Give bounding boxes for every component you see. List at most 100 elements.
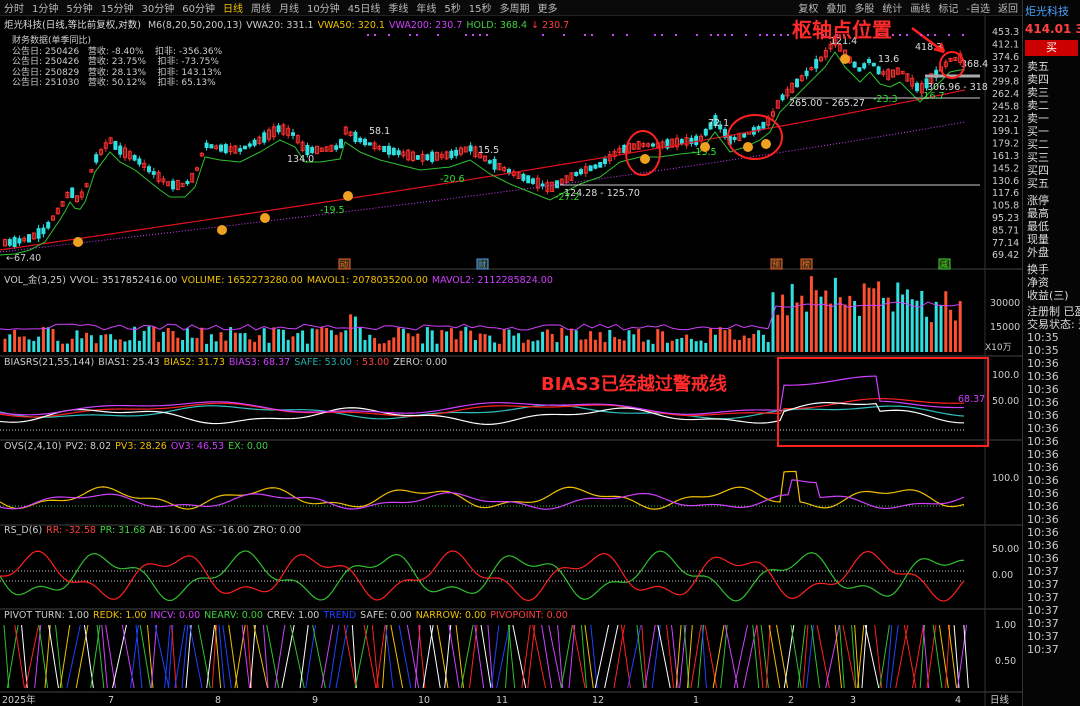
pivot-segment bbox=[507, 624, 516, 689]
signal-dot bbox=[724, 34, 726, 36]
signal-dot bbox=[787, 34, 789, 36]
rsd-tick: 50.00 bbox=[992, 544, 1019, 555]
indicator-value: AS: -16.00 bbox=[199, 525, 250, 536]
side-price-extra: 3 bbox=[1075, 22, 1080, 36]
period-tab[interactable]: 45日线 bbox=[344, 0, 385, 15]
price-label: ←67.40 bbox=[6, 253, 41, 264]
rr-line bbox=[0, 550, 965, 602]
buy-button[interactable]: 买 bbox=[1025, 40, 1078, 56]
period-tab[interactable]: 10分钟 bbox=[303, 0, 344, 15]
pivot-segment bbox=[701, 624, 707, 689]
candle-body bbox=[487, 160, 492, 164]
candle-body bbox=[579, 169, 583, 175]
indicator-value: PV3: 28.26 bbox=[115, 441, 167, 452]
volume-bar bbox=[934, 301, 938, 352]
pivot-segment bbox=[135, 624, 143, 689]
side-row: 买五 bbox=[1027, 177, 1049, 190]
period-tab[interactable]: 60分钟 bbox=[178, 0, 219, 15]
period-tab[interactable]: 15分钟 bbox=[97, 0, 138, 15]
bias-annotation: BIAS3已经越过警戒线 bbox=[541, 374, 727, 395]
pivot-segment bbox=[572, 624, 586, 689]
candle-body bbox=[209, 144, 214, 149]
period-tab[interactable]: 5秒 bbox=[440, 0, 464, 15]
x-tick-label: 9 bbox=[312, 695, 318, 706]
volume-bar bbox=[512, 335, 516, 352]
volume-bar bbox=[176, 337, 180, 352]
rsd-tick: 0.00 bbox=[992, 570, 1013, 581]
period-tab[interactable]: 年线 bbox=[412, 0, 440, 15]
status-row: 交易状态: 运 bbox=[1027, 318, 1080, 331]
volume-bar bbox=[440, 330, 444, 352]
period-tab[interactable]: 1分钟 bbox=[28, 0, 62, 15]
toolbar-action[interactable]: -自选 bbox=[962, 0, 994, 15]
volume-bar bbox=[843, 304, 847, 352]
side-stock-name[interactable]: 炬光科技 bbox=[1023, 0, 1080, 22]
period-tab[interactable]: 5分钟 bbox=[62, 0, 96, 15]
volume-bar bbox=[181, 339, 185, 352]
period-tab[interactable]: 更多 bbox=[534, 0, 562, 15]
pivot-segment bbox=[720, 624, 728, 689]
indicator-value: NEARV: 0.00 bbox=[204, 610, 263, 621]
toolbar-action[interactable]: 画线 bbox=[906, 0, 934, 15]
y-tick-label: 161.3 bbox=[992, 151, 1019, 162]
period-tab[interactable]: 周线 bbox=[247, 0, 275, 15]
volume-bar bbox=[685, 334, 689, 352]
volume-bar bbox=[291, 336, 295, 352]
toolbar-action[interactable]: 标记 bbox=[934, 0, 962, 15]
volume-bar bbox=[944, 291, 948, 352]
candle-body bbox=[113, 140, 118, 150]
signal-dot bbox=[465, 34, 467, 36]
candle-body bbox=[70, 187, 75, 198]
pivot-segment bbox=[512, 624, 527, 689]
candle-body bbox=[276, 125, 281, 133]
toolbar-action[interactable]: 复权 bbox=[794, 0, 822, 15]
side-row: 10:37 bbox=[1027, 565, 1059, 578]
pivot-segment bbox=[105, 624, 117, 689]
pivot-segment bbox=[21, 624, 28, 689]
volume-bar bbox=[622, 340, 626, 352]
signal-dot bbox=[906, 34, 908, 36]
period-tab[interactable]: 多周期 bbox=[496, 0, 534, 15]
volume-bar bbox=[248, 339, 252, 352]
side-row: 净资 bbox=[1027, 276, 1049, 289]
side-row: 10:36 bbox=[1027, 487, 1059, 500]
volume-bar bbox=[46, 327, 50, 352]
candle-body bbox=[651, 143, 655, 147]
volume-bar bbox=[469, 330, 473, 352]
pivot-segment bbox=[444, 624, 452, 689]
signal-dot bbox=[717, 34, 719, 36]
volume-bar bbox=[574, 330, 578, 352]
side-row: 10:37 bbox=[1027, 578, 1059, 591]
period-tab[interactable]: 日线 bbox=[219, 0, 247, 15]
signal-dot bbox=[584, 34, 586, 36]
pivot-lines bbox=[3, 624, 969, 689]
volume-bar bbox=[41, 327, 45, 352]
period-tab[interactable]: 季线 bbox=[384, 0, 412, 15]
pr-line bbox=[0, 550, 965, 602]
volume-bar bbox=[790, 283, 794, 352]
period-tab[interactable]: 月线 bbox=[275, 0, 303, 15]
signal-marker bbox=[260, 213, 270, 223]
toolbar-action[interactable]: 返回 bbox=[994, 0, 1022, 15]
toolbar-action[interactable]: 叠加 bbox=[822, 0, 850, 15]
volume-bar bbox=[65, 343, 69, 352]
volume-bar bbox=[406, 333, 410, 352]
signal-dot bbox=[780, 34, 782, 36]
volume-bar bbox=[13, 329, 17, 352]
pivot-segment bbox=[44, 624, 51, 689]
ov3-line bbox=[0, 479, 965, 510]
period-tab[interactable]: 30分钟 bbox=[137, 0, 178, 15]
volume-bar bbox=[387, 340, 391, 352]
period-tab[interactable]: 分时 bbox=[0, 0, 28, 15]
toolbar-action[interactable]: 统计 bbox=[878, 0, 906, 15]
volume-bar bbox=[838, 297, 842, 352]
candle-body bbox=[41, 227, 46, 235]
period-tab[interactable]: 15秒 bbox=[465, 0, 496, 15]
stats-rows: 涨停 最高 最低 现量 外盘 bbox=[1023, 194, 1080, 259]
toolbar-action[interactable]: 多股 bbox=[850, 0, 878, 15]
side-row: 10:36 bbox=[1027, 461, 1059, 474]
signal-marker bbox=[761, 139, 771, 149]
volume-bar bbox=[185, 328, 189, 352]
pivot-segment bbox=[690, 624, 702, 689]
volume-bar bbox=[723, 330, 727, 352]
